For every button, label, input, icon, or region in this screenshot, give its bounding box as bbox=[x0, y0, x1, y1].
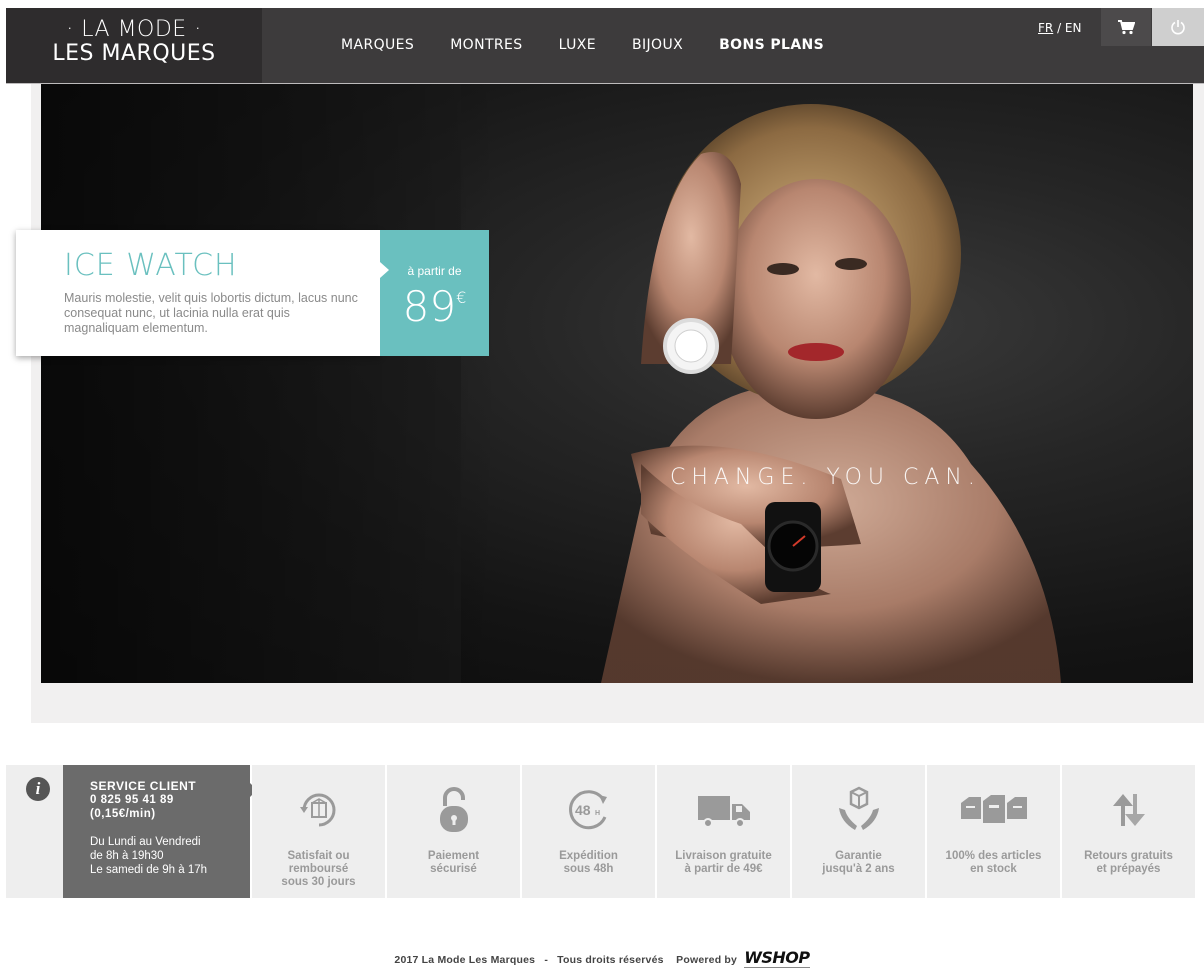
padlock-icon bbox=[439, 787, 468, 832]
promo-card[interactable]: ICE WATCH Mauris molestie, velit quis lo… bbox=[16, 230, 380, 356]
service-warranty: Garantie jusqu'à 2 ans bbox=[792, 765, 925, 898]
price-currency: € bbox=[456, 288, 467, 307]
customer-service-hours-2: de 8h à 19h30 bbox=[90, 850, 164, 862]
hero-slogan: CHANGE. YOU CAN. bbox=[670, 465, 981, 490]
service-refund-label: Satisfait ou remboursé sous 30 jours bbox=[281, 850, 356, 888]
cart-button[interactable] bbox=[1101, 8, 1151, 46]
power-icon bbox=[1171, 20, 1185, 35]
site-footer: 2017 La Mode Les Marques - Tous droits r… bbox=[0, 948, 1204, 968]
lang-separator: / bbox=[1053, 21, 1065, 35]
service-shipping-label: Expédition sous 48h bbox=[559, 850, 618, 875]
site-logo[interactable]: · LA MODE · LES MARQUES bbox=[6, 8, 262, 83]
customer-service-hours-1: Du Lundi au Vendredi bbox=[90, 836, 201, 848]
price-amount: 89 bbox=[402, 282, 457, 331]
customer-service-rate: (0,15€/min) bbox=[90, 808, 156, 820]
hands-box-icon bbox=[838, 786, 879, 830]
service-secure-payment: Paiement sécurisé bbox=[387, 765, 520, 898]
return-arrows-icon bbox=[1112, 794, 1145, 826]
service-refund: Satisfait ou remboursé sous 30 jours bbox=[252, 765, 385, 898]
logo-line-1: · LA MODE · bbox=[66, 17, 202, 42]
main-nav: MARQUES MONTRES LUXE BIJOUX BONS PLANS bbox=[341, 37, 860, 53]
service-in-stock: 100% des articles en stock bbox=[927, 765, 1060, 898]
nav-item-bons-plans[interactable]: BONS PLANS bbox=[719, 37, 824, 53]
language-switcher: FR / EN bbox=[1038, 21, 1081, 35]
service-warranty-label: Garantie jusqu'à 2 ans bbox=[822, 850, 895, 875]
refund-box-icon bbox=[299, 793, 335, 827]
footer-separator: - bbox=[544, 954, 549, 966]
nav-item-montres[interactable]: MONTRES bbox=[450, 37, 522, 53]
service-info-cell: i bbox=[6, 765, 63, 898]
service-free-delivery-label: Livraison gratuite à partir de 49€ bbox=[675, 850, 772, 875]
promo-price-box[interactable]: à partir de 89€ bbox=[380, 230, 489, 356]
lang-en-link[interactable]: EN bbox=[1065, 21, 1082, 35]
service-in-stock-label: 100% des articles en stock bbox=[945, 850, 1042, 875]
lang-fr-link[interactable]: FR bbox=[1038, 21, 1053, 35]
customer-service-title: SERVICE CLIENT bbox=[90, 779, 197, 793]
customer-service-hours-3: Le samedi de 9h à 17h bbox=[90, 864, 208, 876]
svg-text:48: 48 bbox=[575, 802, 591, 818]
truck-icon bbox=[697, 796, 750, 828]
logo-line-2: LES MARQUES bbox=[52, 41, 216, 66]
nav-item-bijoux[interactable]: BIJOUX bbox=[632, 37, 683, 53]
service-free-delivery: Livraison gratuite à partir de 49€ bbox=[657, 765, 790, 898]
hero-banner[interactable]: CHANGE. YOU CAN. bbox=[41, 84, 1193, 683]
service-shipping-48h: 48 H Expédition sous 48h bbox=[522, 765, 655, 898]
nav-item-marques[interactable]: MARQUES bbox=[341, 37, 414, 53]
wshop-logo[interactable]: WSHOP bbox=[744, 948, 810, 968]
stock-boxes-icon bbox=[960, 795, 1027, 823]
info-icon: i bbox=[26, 777, 50, 801]
site-header: · LA MODE · LES MARQUES MARQUES MONTRES … bbox=[6, 8, 1204, 84]
service-free-returns-label: Retours gratuits et prépayés bbox=[1084, 850, 1173, 875]
service-secure-payment-label: Paiement sécurisé bbox=[427, 850, 480, 875]
svg-text:H: H bbox=[595, 810, 600, 817]
login-button[interactable] bbox=[1152, 8, 1204, 46]
clock-48h-icon: 48 H bbox=[568, 790, 607, 830]
price-label: à partir de bbox=[407, 264, 462, 278]
price-value: 89€ bbox=[380, 282, 489, 331]
nav-item-luxe[interactable]: LUXE bbox=[559, 37, 596, 53]
customer-service-phone[interactable]: 0 825 95 41 89 bbox=[90, 793, 250, 807]
promo-description: Mauris molestie, velit quis lobortis dic… bbox=[64, 291, 358, 335]
hero-model-illustration bbox=[41, 84, 1193, 683]
customer-service-panel: SERVICE CLIENT 0 825 95 41 89 (0,15€/min… bbox=[63, 765, 257, 898]
service-free-returns: Retours gratuits et prépayés bbox=[1062, 765, 1195, 898]
footer-copyright: 2017 La Mode Les Marques bbox=[394, 954, 536, 966]
cart-icon bbox=[1118, 20, 1135, 35]
footer-powered-by: Powered by bbox=[676, 954, 738, 966]
footer-rights: Tous droits réservés bbox=[557, 954, 664, 966]
promo-title: ICE WATCH bbox=[64, 248, 238, 283]
services-bar: i SERVICE CLIENT 0 825 95 41 89 (0,15€/m… bbox=[6, 765, 1195, 898]
